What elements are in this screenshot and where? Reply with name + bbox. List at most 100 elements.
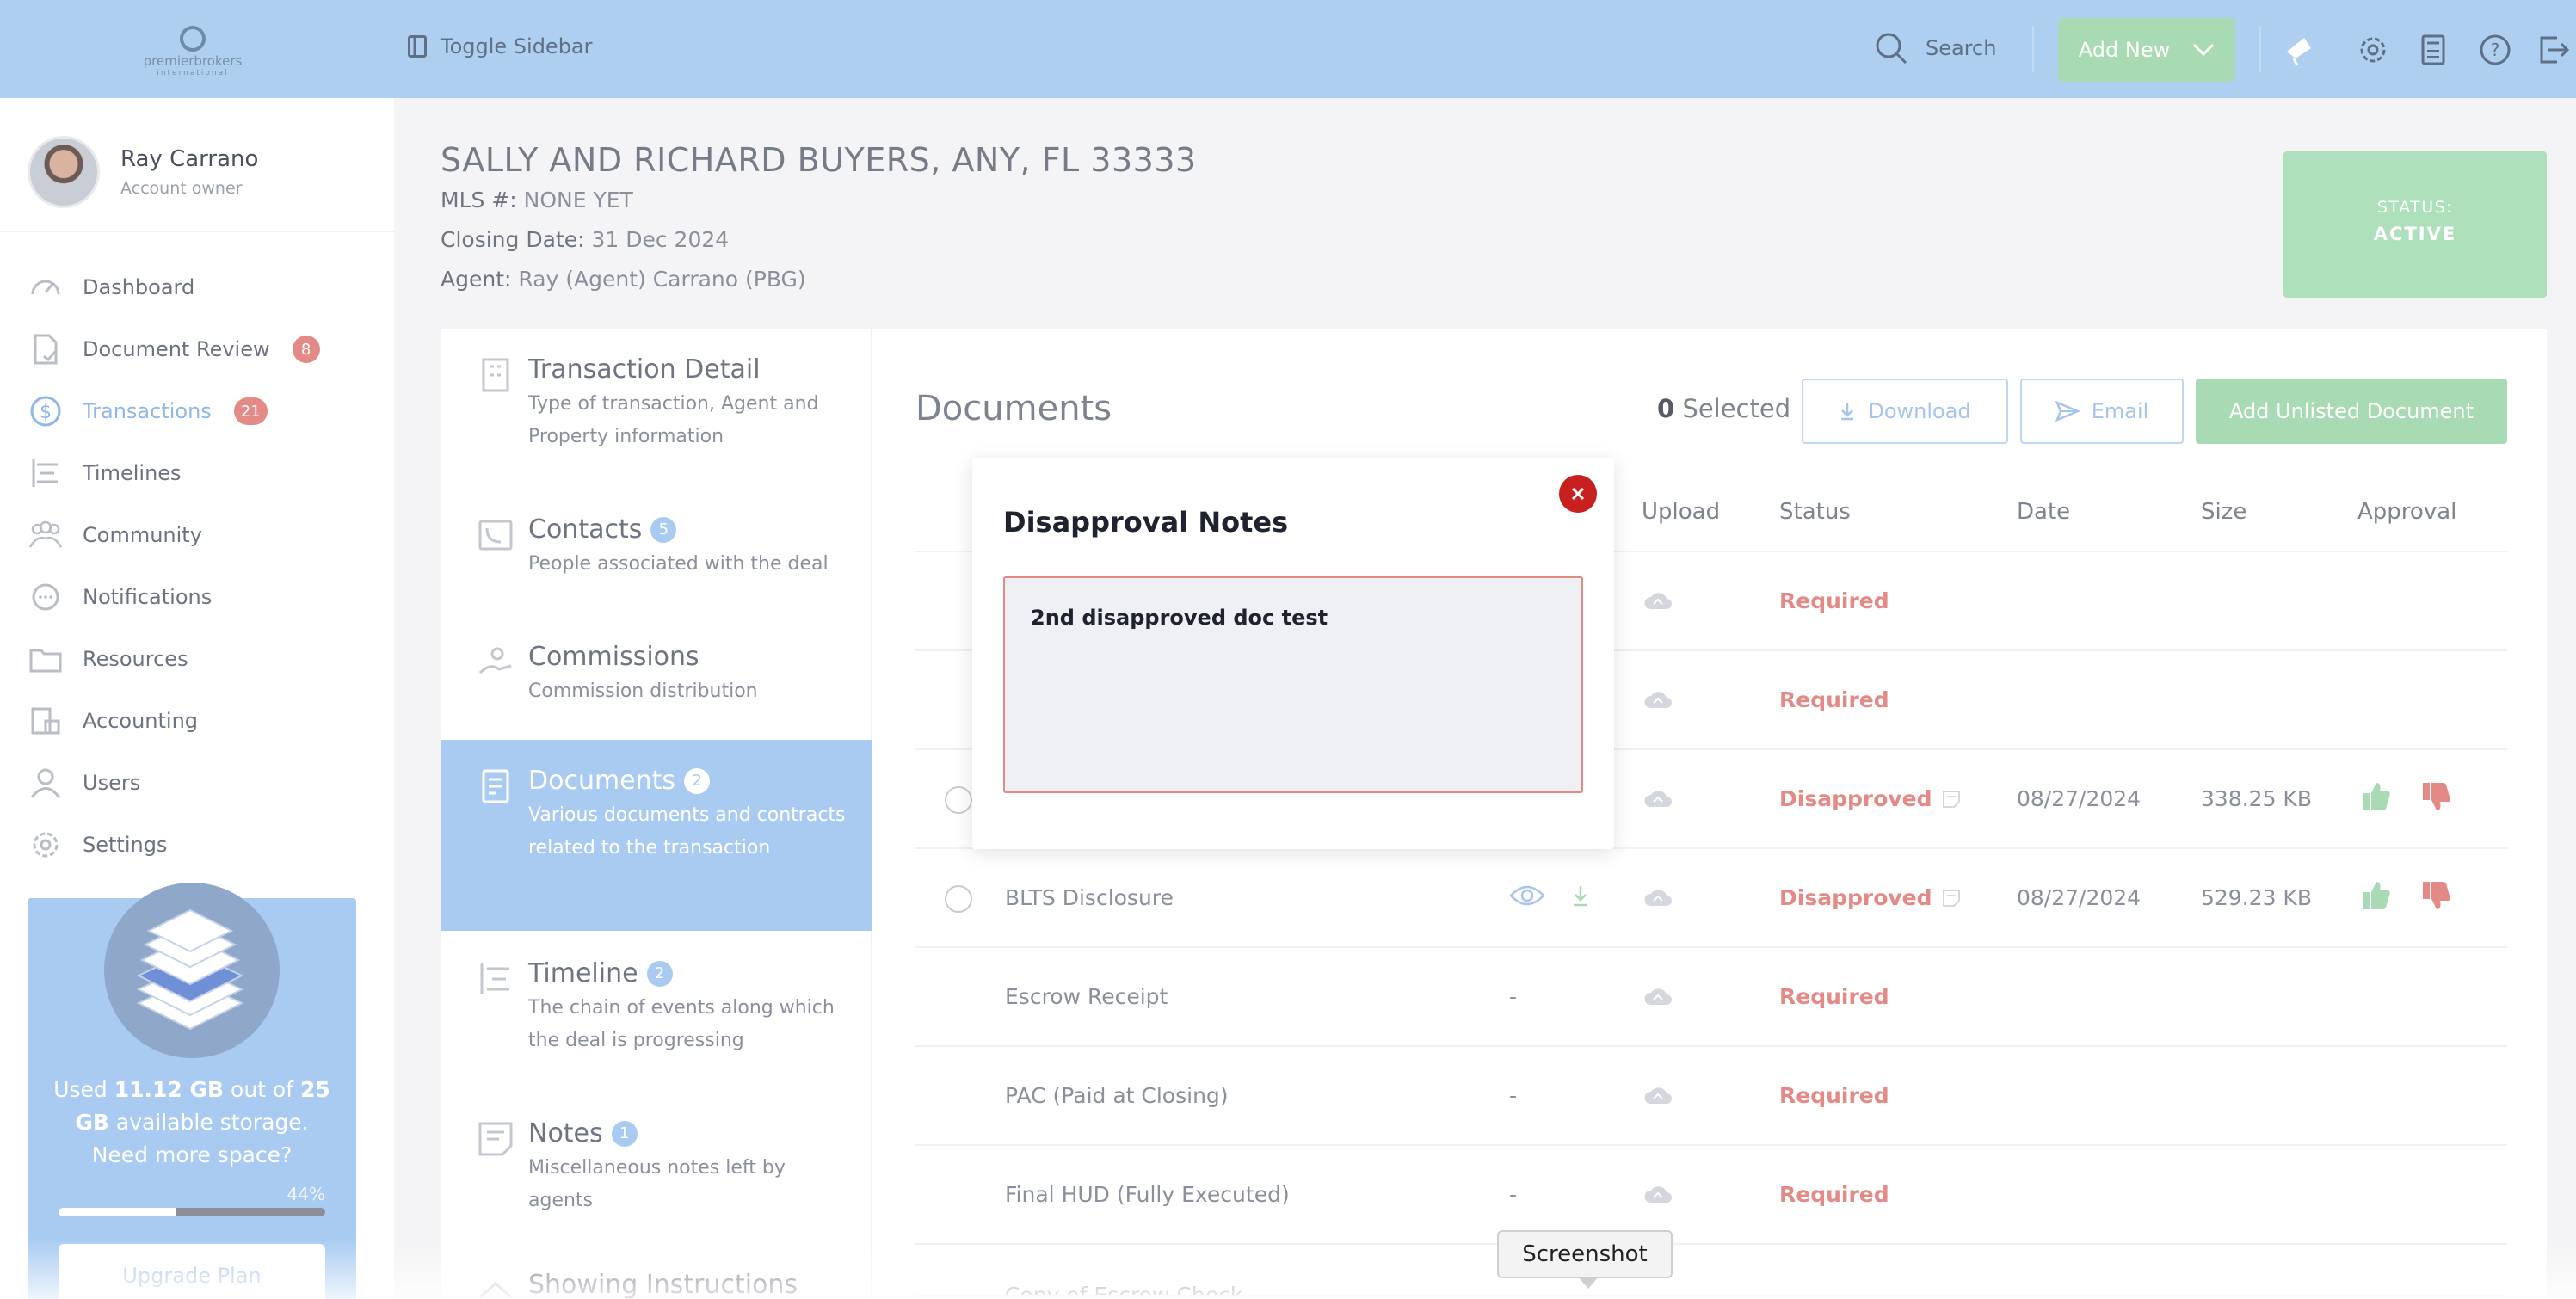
sidebar-item-settings[interactable]: Settings — [28, 814, 372, 876]
search-label: Search — [1926, 36, 1997, 60]
thumbs-up-icon[interactable] — [2361, 781, 2392, 812]
logout-icon[interactable] — [2536, 33, 2571, 67]
note-icon[interactable] — [1941, 888, 1962, 908]
separator — [2259, 26, 2261, 72]
top-bar: premierbrokers international Toggle Side… — [0, 0, 2576, 98]
thumbs-down-icon[interactable] — [2421, 880, 2452, 911]
chat-bubble-icon — [32, 583, 59, 611]
phone-book-icon — [478, 520, 513, 551]
table-row: Final HUD (Fully Executed) - Required — [915, 1146, 2507, 1245]
cloud-upload-icon[interactable] — [1643, 689, 1673, 711]
add-unlisted-document-button[interactable]: Add Unlisted Document — [2196, 379, 2507, 444]
sidebar-item-community[interactable]: Community — [28, 504, 372, 566]
divider — [0, 231, 394, 232]
add-new-button[interactable]: Add New — [2058, 18, 2235, 82]
sidebar-item-accounting[interactable]: Accounting — [28, 690, 372, 752]
cloud-upload-icon[interactable] — [1643, 1184, 1673, 1206]
document-status: Required — [1779, 984, 1889, 1009]
user-profile[interactable]: Ray Carrano Account owner — [28, 136, 258, 208]
sidebar-item-users[interactable]: Users — [28, 752, 372, 814]
note-icon — [478, 1122, 513, 1156]
sidebar-item-label: Timelines — [83, 461, 182, 485]
profile-role: Account owner — [120, 179, 243, 198]
download-icon[interactable] — [1571, 884, 1590, 907]
column-approval: Approval — [2357, 499, 2457, 525]
tab-documents[interactable]: Documents 2 Various documents and contract… — [441, 740, 872, 931]
calculator-icon[interactable] — [2416, 33, 2450, 67]
sidebar-item-transactions[interactable]: $ Transactions 21 — [28, 380, 372, 442]
gear-icon — [33, 832, 59, 858]
download-button[interactable]: Download — [1802, 379, 2008, 444]
hand-coin-icon — [478, 647, 512, 674]
tab-subtitle: Miscellaneous notes left by agents — [528, 1157, 786, 1211]
documents-title: Documents — [915, 389, 1112, 428]
no-file-dash: - — [1509, 984, 1518, 1009]
count-badge: 5 — [650, 516, 677, 543]
sidebar-item-label: Notifications — [83, 585, 213, 609]
sidebar-item-resources[interactable]: Resources — [28, 628, 372, 690]
disapproval-notes-modal: Disapproval Notes 2nd disapproved doc te… — [972, 458, 1614, 849]
approval-actions — [2361, 781, 2452, 812]
disapproval-note-text[interactable]: 2nd disapproved doc test — [1003, 576, 1583, 793]
sidebar-item-label: Document Review — [83, 337, 270, 361]
gear-icon[interactable] — [2356, 33, 2390, 67]
modal-close-button[interactable] — [1559, 475, 1597, 513]
search-button[interactable]: Search — [1874, 31, 1996, 65]
tab-title: Transaction Detail — [528, 354, 761, 385]
help-icon[interactable]: ? — [2478, 33, 2512, 67]
sidebar-item-timelines[interactable]: Timelines — [28, 442, 372, 504]
tab-subtitle: Various documents and contracts related … — [528, 804, 846, 859]
cloud-upload-icon[interactable] — [1643, 887, 1673, 909]
company-logo[interactable]: premierbrokers international — [132, 26, 253, 79]
sidebar-item-document-review[interactable]: Document Review 8 — [28, 318, 372, 380]
note-icon[interactable] — [1941, 789, 1962, 810]
toggle-sidebar-button[interactable]: Toggle Sidebar — [408, 34, 593, 58]
cloud-upload-icon[interactable] — [1643, 590, 1673, 613]
megaphone-icon[interactable] — [2282, 33, 2316, 67]
row-select-radio[interactable] — [945, 786, 972, 814]
cloud-upload-icon[interactable] — [1643, 788, 1673, 810]
tab-commissions[interactable]: Commissions Commission distribution — [441, 616, 872, 747]
thumbs-up-icon[interactable] — [2361, 880, 2392, 911]
transaction-tabs: Transaction Detail Type of transaction, A… — [441, 329, 872, 1299]
sidebar-item-label: Users — [83, 771, 141, 795]
table-row: Copy of Escrow Check - — [915, 1245, 2507, 1296]
thumbs-down-icon[interactable] — [2421, 781, 2452, 812]
add-new-label: Add New — [2078, 38, 2171, 62]
sidebar-item-notifications[interactable]: Notifications — [28, 566, 372, 628]
storage-progress-fill — [59, 1208, 176, 1216]
cloud-upload-icon[interactable] — [1643, 986, 1673, 1008]
tab-transaction-detail[interactable]: Transaction Detail Type of transaction, A… — [441, 329, 872, 483]
folder-icon — [29, 649, 62, 673]
document-status: Required — [1779, 687, 1889, 712]
modal-title: Disapproval Notes — [1003, 506, 1289, 539]
sidebar-icon — [408, 35, 427, 58]
tab-notes[interactable]: Notes 1 Miscellaneous notes left by agents — [441, 1093, 872, 1251]
upgrade-plan-button[interactable]: Upgrade Plan — [59, 1244, 325, 1299]
selected-count: 0 Selected — [1657, 394, 1791, 423]
tab-title: Showing Instructions — [528, 1270, 798, 1299]
table-row: PAC (Paid at Closing) - Required — [915, 1047, 2507, 1146]
row-select-radio[interactable] — [945, 885, 972, 913]
document-status: Disapproved — [1779, 885, 1962, 910]
sidebar-item-label: Resources — [83, 647, 188, 671]
document-date: 08/27/2024 — [2017, 885, 2142, 910]
svg-text:?: ? — [2491, 40, 2500, 60]
cloud-upload-icon[interactable] — [1643, 1085, 1673, 1107]
count-badge: 2 — [646, 960, 673, 987]
email-button[interactable]: Email — [2020, 379, 2184, 444]
status-badge: STATUS: ACTIVE — [2283, 151, 2547, 298]
eye-icon[interactable] — [1509, 883, 1545, 908]
logo-text: premierbrokers — [143, 53, 243, 69]
logo-subtext: international — [157, 69, 229, 77]
document-name: Final HUD (Fully Executed) — [1005, 1182, 1290, 1207]
tab-contacts[interactable]: Contacts 5 People associated with the deal — [441, 489, 872, 618]
column-size: Size — [2201, 499, 2247, 525]
tab-showing-instructions[interactable]: Showing Instructions — [441, 1251, 872, 1299]
tab-title: Contacts 5 — [528, 514, 847, 545]
count-badge: 1 — [611, 1120, 638, 1147]
tab-subtitle: Type of transaction, Agent and Property … — [528, 393, 819, 447]
tab-timeline[interactable]: Timeline 2 The chain of events along which… — [441, 933, 872, 1091]
sidebar-item-dashboard[interactable]: Dashboard — [28, 256, 372, 318]
user-icon — [30, 768, 61, 798]
